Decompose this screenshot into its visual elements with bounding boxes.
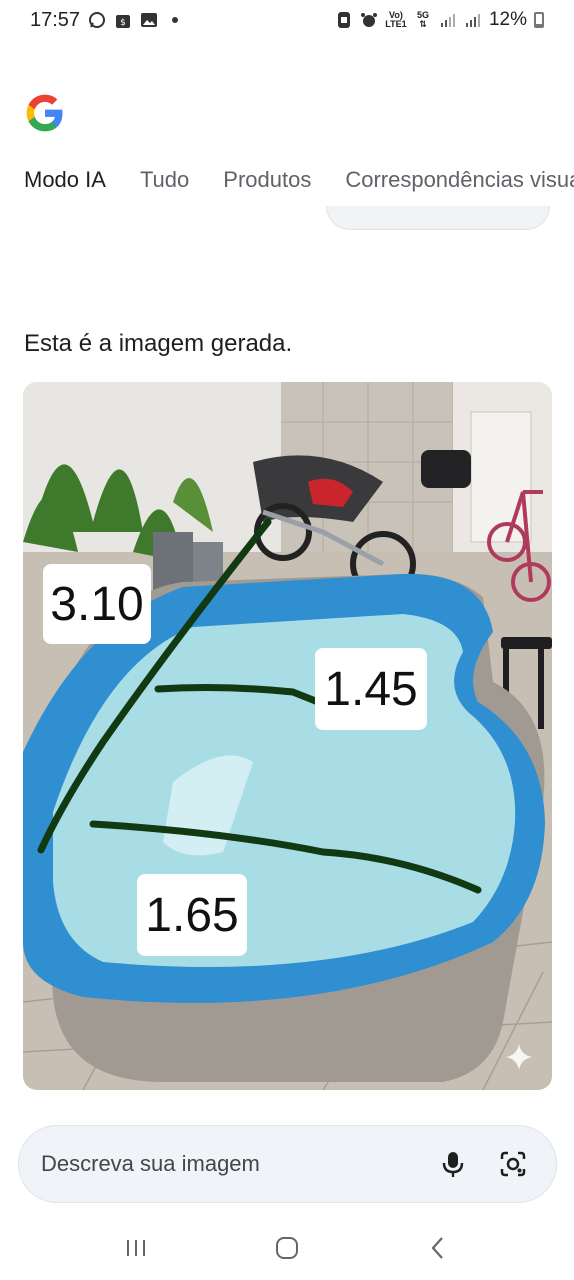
measure-label-length: 3.10	[43, 564, 151, 644]
search-mode-tabs: Modo IA Tudo Produtos Correspondências v…	[0, 160, 574, 200]
status-left: 17:57 $	[30, 9, 184, 32]
recents-icon[interactable]	[111, 1223, 161, 1273]
volte-bottom: LTE1	[385, 19, 407, 29]
back-icon[interactable]	[413, 1223, 463, 1273]
nfc-icon	[335, 11, 353, 29]
pool-photo	[23, 382, 552, 1090]
response-caption: Esta é a imagem gerada.	[24, 330, 293, 357]
mic-icon[interactable]	[432, 1143, 474, 1185]
volte-icon: Vo) LTE1	[385, 11, 407, 29]
google-logo[interactable]	[24, 92, 66, 134]
tab-produtos[interactable]: Produtos	[223, 167, 311, 193]
whatsapp-icon	[88, 11, 106, 29]
alarm-icon	[360, 11, 378, 29]
battery-icon	[534, 12, 544, 28]
dot-icon	[166, 11, 184, 29]
status-bar: 17:57 $ Vo) LTE1 5G ⇅ 12%	[0, 0, 574, 40]
prompt-input[interactable]: Descreva sua imagem	[41, 1151, 414, 1177]
signal-icon	[464, 11, 482, 29]
5g-bottom: ⇅	[419, 19, 427, 29]
system-navigation-bar	[0, 1220, 574, 1276]
svg-text:$: $	[120, 18, 126, 28]
status-right: Vo) LTE1 5G ⇅ 12%	[335, 9, 544, 31]
signal-icon	[439, 11, 457, 29]
gallery-icon	[140, 11, 158, 29]
shop-icon: $	[114, 11, 132, 29]
measure-label-width-bottom: 1.65	[137, 874, 247, 956]
collapsed-panel-edge	[326, 206, 550, 230]
battery-percent: 12%	[488, 9, 527, 30]
status-time: 17:57	[30, 8, 81, 31]
5g-icon: 5G ⇅	[414, 11, 432, 29]
tab-correspondencias-visuais[interactable]: Correspondências visuais	[345, 167, 574, 193]
measure-label-width-top: 1.45	[315, 648, 427, 730]
prompt-input-bar[interactable]: Descreva sua imagem	[18, 1125, 557, 1203]
sparkle-icon	[506, 1044, 532, 1070]
home-icon[interactable]	[262, 1223, 312, 1273]
tab-modo-ia[interactable]: Modo IA	[24, 167, 106, 193]
generated-image[interactable]: 3.10 1.45 1.65	[23, 382, 552, 1090]
tab-tudo[interactable]: Tudo	[140, 167, 189, 193]
lens-camera-icon[interactable]	[492, 1143, 534, 1185]
